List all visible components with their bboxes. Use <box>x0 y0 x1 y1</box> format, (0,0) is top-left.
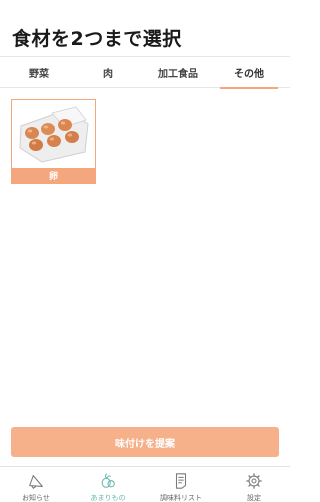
tab-meat[interactable]: 肉 <box>79 57 137 88</box>
megaphone-icon <box>29 475 43 489</box>
tab-vegetables[interactable]: 野菜 <box>10 57 68 88</box>
ingredient-card-egg[interactable]: 卵 <box>11 99 96 184</box>
tab-processed-food[interactable]: 加工食品 <box>149 57 207 88</box>
nav-item-seasoning-list[interactable]: 調味料リスト <box>145 467 217 502</box>
vegetables-icon <box>101 473 115 488</box>
page-title: 食材を2つまで選択 <box>12 28 182 50</box>
nav-label-leftovers: あまりもの <box>90 494 126 502</box>
bottom-navigation: お知らせ あまりもの 調味料リスト 設定 <box>0 466 290 502</box>
nav-item-news[interactable]: お知らせ <box>0 467 72 502</box>
egg-carton-icon <box>12 100 95 168</box>
gear-icon <box>246 473 262 489</box>
nav-item-settings[interactable]: 設定 <box>218 467 290 502</box>
nav-item-leftovers[interactable]: あまりもの <box>72 467 144 502</box>
nav-label-seasoning-list: 調味料リスト <box>160 494 202 502</box>
tab-other[interactable]: その他 <box>220 57 278 89</box>
ingredient-label: 卵 <box>12 168 95 183</box>
suggest-seasoning-button[interactable]: 味付けを提案 <box>11 427 279 457</box>
app-screen: 食材を2つまで選択 野菜 肉 加工食品 その他 卵 味付けを提案 お知らせ あま… <box>0 0 290 502</box>
category-tabs: 野菜 肉 加工食品 その他 <box>0 56 290 89</box>
list-icon <box>175 473 187 489</box>
nav-label-settings: 設定 <box>247 494 261 502</box>
nav-label-news: お知らせ <box>22 494 50 502</box>
